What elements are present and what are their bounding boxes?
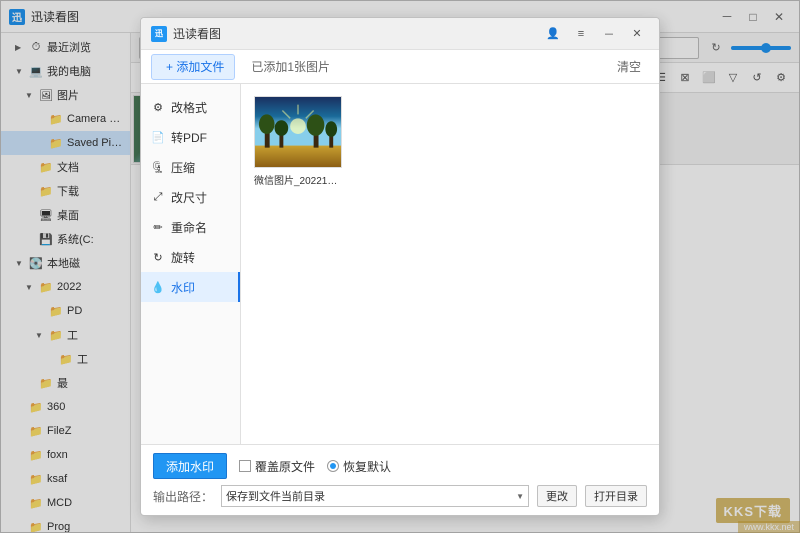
change-path-button[interactable]: 更改 <box>537 485 577 507</box>
clear-button[interactable]: 清空 <box>609 58 649 75</box>
dialog-toolbar: + 添加文件 已添加1张图片 清空 <box>141 50 659 84</box>
restore-default-radio-label[interactable]: 恢复默认 <box>327 458 391 475</box>
dropdown-arrow-icon: ▼ <box>516 492 524 501</box>
menu-item-rotate[interactable]: ↻ 旋转 <box>141 242 240 272</box>
output-path-label: 输出路径： <box>153 488 213 505</box>
dialog-left-menu: ⚙ 改格式 📄 转PDF 🗜 压缩 ⤢ 改尺寸 ✏ 重命名 <box>141 84 241 444</box>
dialog-app-icon: 迅 <box>151 26 167 42</box>
add-file-button[interactable]: + 添加文件 <box>151 54 235 80</box>
menu-label: 水印 <box>171 279 195 296</box>
menu-label: 改格式 <box>171 99 207 116</box>
menu-label: 重命名 <box>171 219 207 236</box>
output-path-select[interactable]: 保存到文件当前目录 ▼ <box>221 485 529 507</box>
footer-row1: 添加水印 覆盖原文件 恢复默认 <box>153 453 647 479</box>
menu-label: 压缩 <box>171 159 195 176</box>
menu-item-rename[interactable]: ✏ 重命名 <box>141 212 240 242</box>
dialog-footer: 添加水印 覆盖原文件 恢复默认 输出路径： 保存到文件当前目录 ▼ 更改 打开目… <box>141 444 659 515</box>
dialog-menu-button[interactable]: ≡ <box>569 24 593 44</box>
dialog-body: ⚙ 改格式 📄 转PDF 🗜 压缩 ⤢ 改尺寸 ✏ 重命名 <box>141 84 659 444</box>
file-thumbnail-image <box>254 96 342 168</box>
dialog-title-bar: 迅 迅读看图 👤 ≡ － ✕ <box>141 18 659 50</box>
dialog-title: 迅读看图 <box>173 25 221 42</box>
thumb-svg <box>255 96 341 168</box>
open-folder-button[interactable]: 打开目录 <box>585 485 647 507</box>
watermark-dialog: 迅 迅读看图 👤 ≡ － ✕ + 添加文件 已添加1张图片 清空 <box>140 17 660 516</box>
cover-file-checkbox-label[interactable]: 覆盖原文件 <box>239 458 315 475</box>
menu-item-pdf[interactable]: 📄 转PDF <box>141 122 240 152</box>
add-watermark-button[interactable]: 添加水印 <box>153 453 227 479</box>
watermark-icon: 💧 <box>151 280 165 294</box>
rename-icon: ✏ <box>151 220 165 234</box>
rotate-icon: ↻ <box>151 250 165 264</box>
file-grid: 微信图片_20221024114... <box>253 96 647 432</box>
menu-item-watermark[interactable]: 💧 水印 <box>141 272 240 302</box>
restore-default-label: 恢复默认 <box>343 458 391 475</box>
dialog-minimize-button[interactable]: － <box>597 24 621 44</box>
dialog-person-icon[interactable]: 👤 <box>541 24 565 44</box>
compress-icon: 🗜 <box>151 160 165 174</box>
menu-label: 旋转 <box>171 249 195 266</box>
restore-default-radio[interactable] <box>327 460 339 472</box>
path-value: 保存到文件当前目录 <box>226 488 325 504</box>
dialog-close-button[interactable]: ✕ <box>625 24 649 44</box>
menu-item-format[interactable]: ⚙ 改格式 <box>141 92 240 122</box>
pdf-icon: 📄 <box>151 130 165 144</box>
file-thumb-name: 微信图片_20221024114... <box>254 172 342 187</box>
dialog-overlay: 迅 迅读看图 👤 ≡ － ✕ + 添加文件 已添加1张图片 清空 <box>0 0 800 533</box>
menu-item-compress[interactable]: 🗜 压缩 <box>141 152 240 182</box>
dialog-title-controls: 👤 ≡ － ✕ <box>541 24 649 44</box>
footer-row2: 输出路径： 保存到文件当前目录 ▼ 更改 打开目录 <box>153 485 647 507</box>
dialog-title-left: 迅 迅读看图 <box>151 25 221 42</box>
file-thumb-item[interactable]: 微信图片_20221024114... <box>253 96 343 432</box>
add-file-label: + 添加文件 <box>166 58 224 75</box>
resize-icon: ⤢ <box>151 190 165 204</box>
cover-file-checkbox[interactable] <box>239 460 251 472</box>
menu-label: 改尺寸 <box>171 189 207 206</box>
cover-file-label: 覆盖原文件 <box>255 458 315 475</box>
dialog-content: 微信图片_20221024114... <box>241 84 659 444</box>
menu-item-resize[interactable]: ⤢ 改尺寸 <box>141 182 240 212</box>
menu-label: 转PDF <box>171 129 207 146</box>
format-icon: ⚙ <box>151 100 165 114</box>
file-count-text: 已添加1张图片 <box>243 58 338 75</box>
